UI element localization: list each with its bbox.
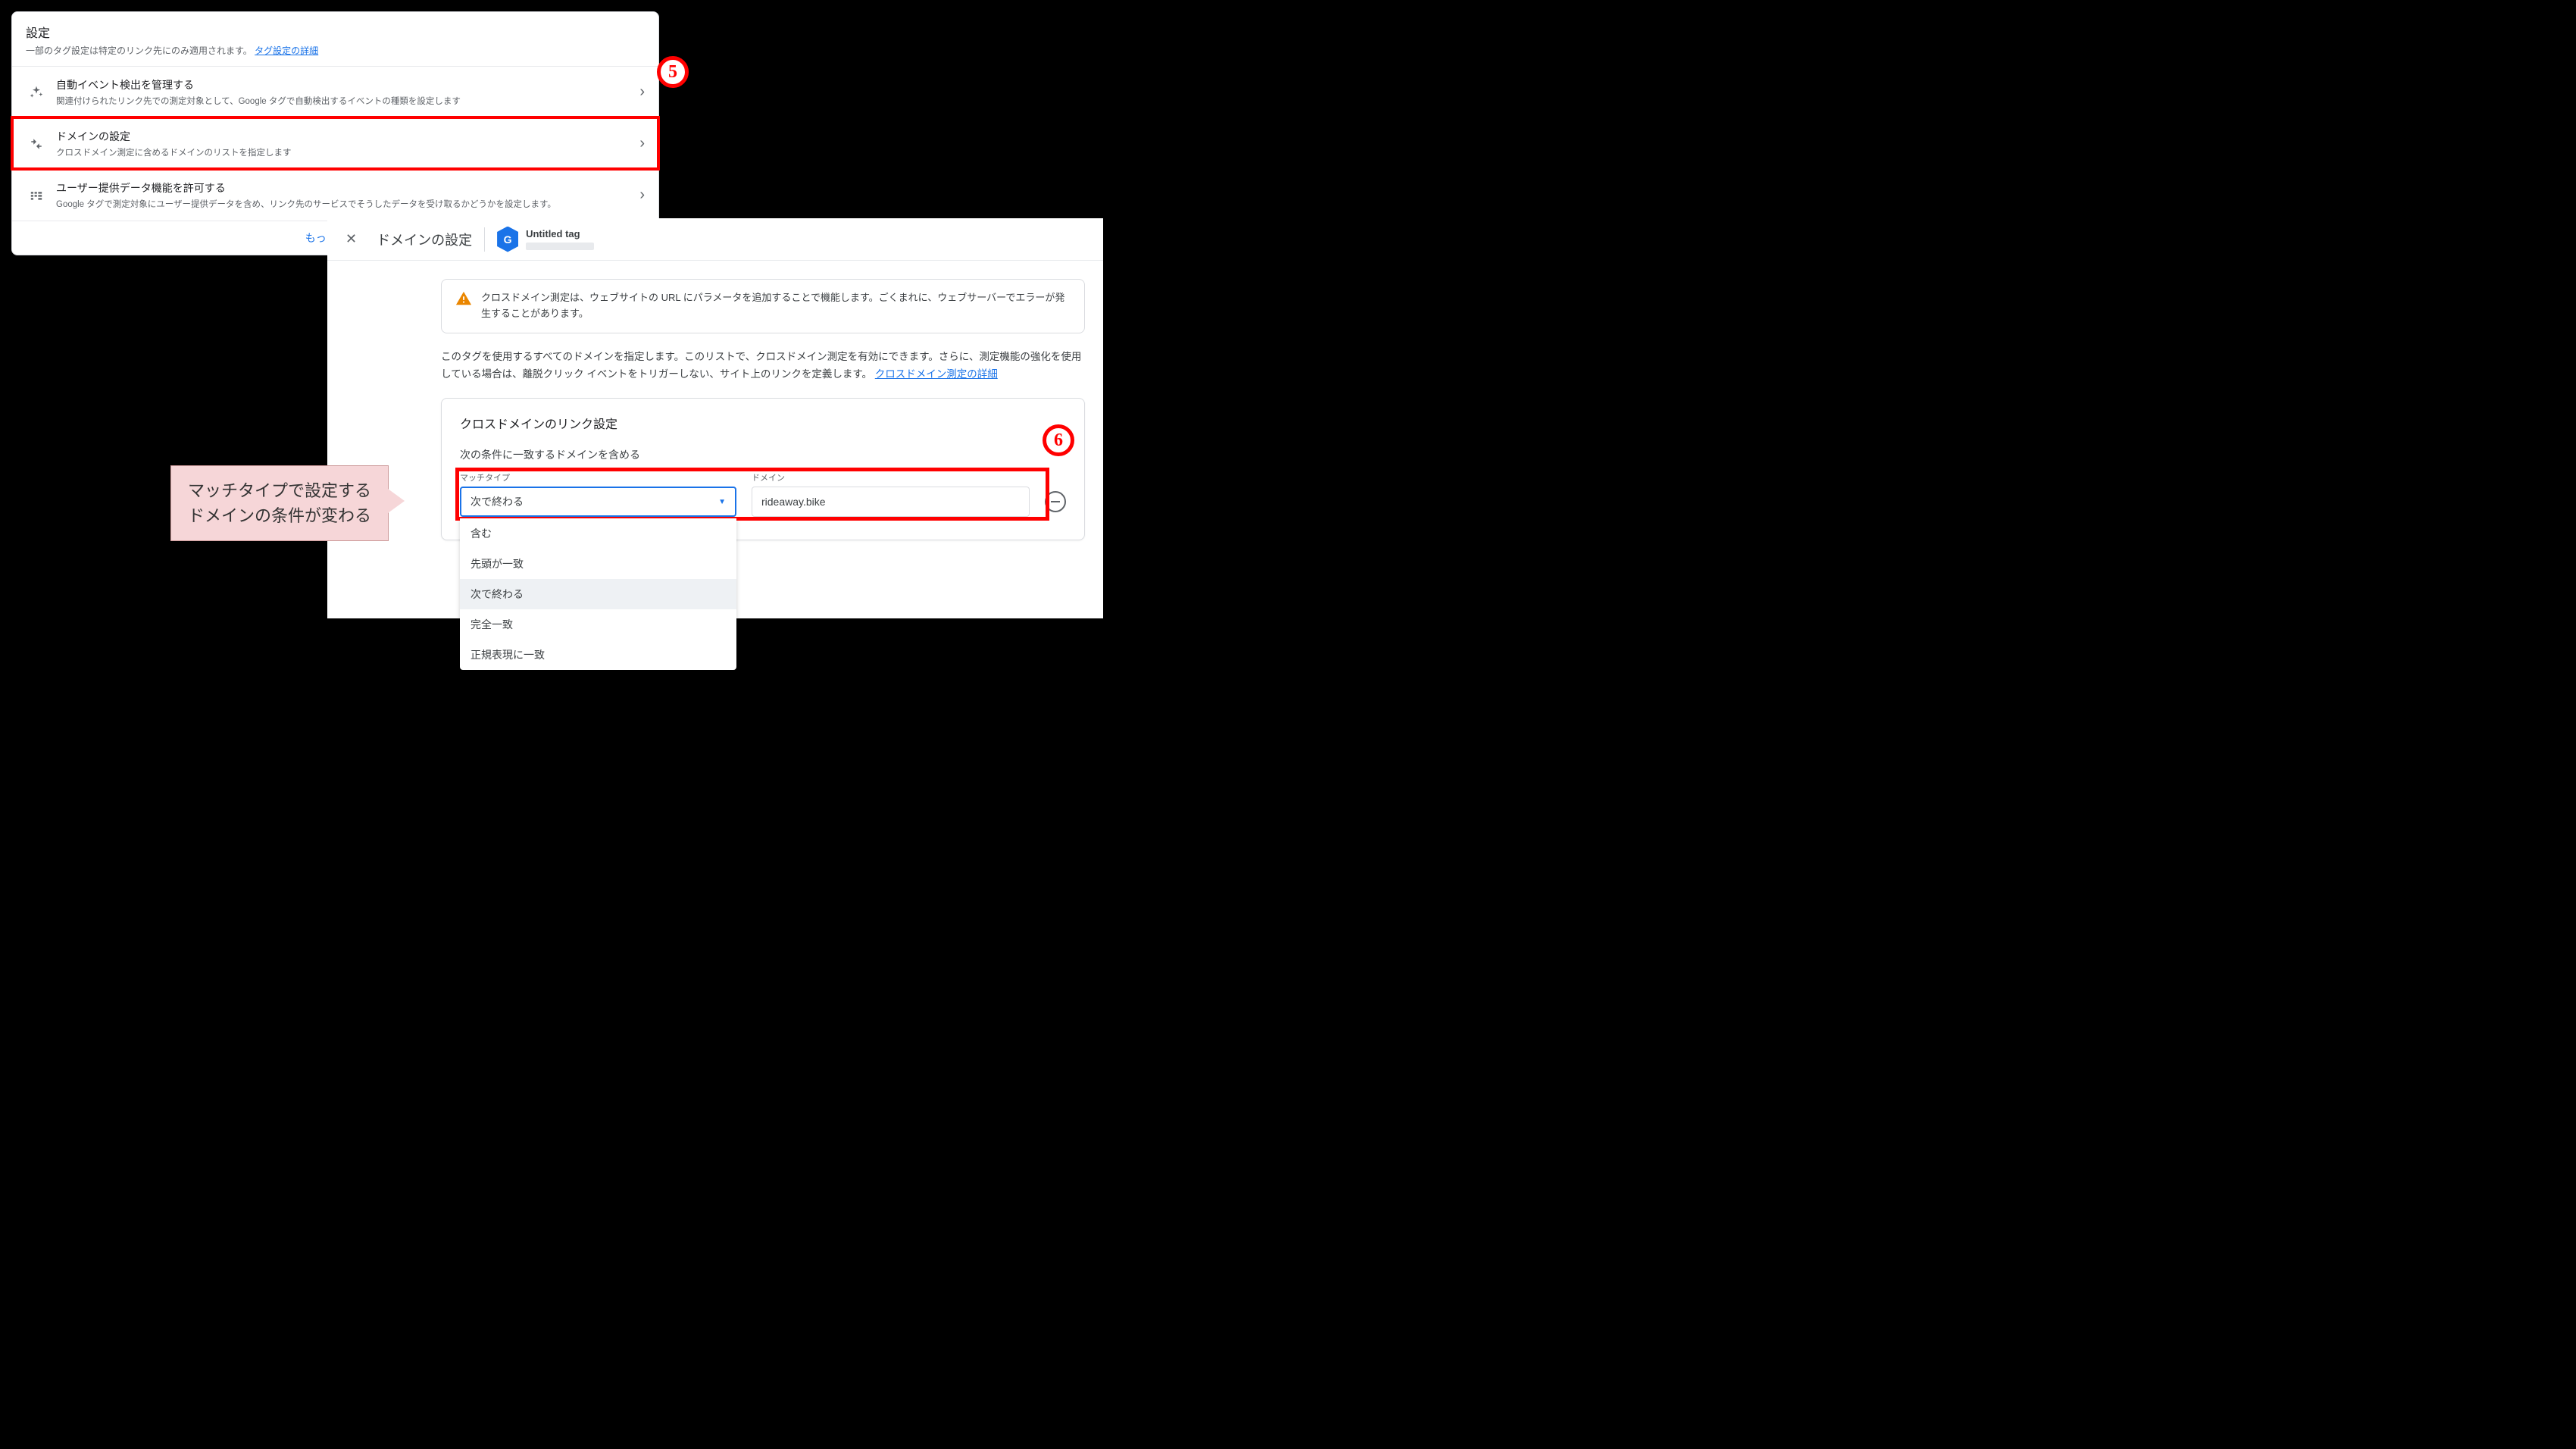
dd-option-begins[interactable]: 先頭が一致 [460, 549, 736, 579]
sparkle-icon [26, 85, 47, 100]
data-icon [26, 189, 47, 202]
domain-settings-sheet: ✕ ドメインの設定 G Untitled tag クロスドメイン測定は、ウェブサ… [327, 218, 1103, 618]
match-type-select[interactable]: 次で終わる ▼ [460, 487, 736, 517]
chevron-right-icon: › [639, 186, 645, 204]
row-user-provided-data[interactable]: ユーザー提供データ機能を許可する Google タグで測定対象にユーザー提供デー… [12, 169, 658, 221]
merge-icon [26, 137, 47, 151]
warning-banner: クロスドメイン測定は、ウェブサイトの URL にパラメータを追加することで機能し… [441, 279, 1085, 333]
annotation-badge-6: 6 [1043, 424, 1074, 456]
close-icon[interactable]: ✕ [339, 225, 363, 253]
warning-icon [455, 290, 472, 322]
dd-option-ends[interactable]: 次で終わる [460, 579, 736, 609]
tag-chip: G Untitled tag [497, 227, 594, 252]
annotation-callout: マッチタイプで設定する ドメインの条件が変わる [170, 465, 389, 541]
row-domain-settings[interactable]: ドメインの設定 クロスドメイン測定に含めるドメインのリストを指定します › [12, 117, 658, 169]
card-title: クロスドメインのリンク設定 [460, 414, 1066, 432]
intro-text: このタグを使用するすべてのドメインを指定します。このリストで、クロスドメイン測定… [441, 349, 1085, 383]
google-tag-icon: G [497, 227, 518, 252]
cross-domain-card: クロスドメインのリンク設定 次の条件に一致するドメインを含める マッチタイプ 次… [441, 398, 1085, 540]
remove-condition-button[interactable] [1045, 491, 1066, 512]
settings-help-link[interactable]: タグ設定の詳細 [255, 45, 318, 56]
annotation-badge-5: 5 [657, 56, 689, 88]
domain-input[interactable]: rideaway.bike [752, 487, 1030, 517]
dd-option-exact[interactable]: 完全一致 [460, 609, 736, 640]
cross-domain-doc-link[interactable]: クロスドメイン測定の詳細 [875, 368, 998, 380]
dd-option-regex[interactable]: 正規表現に一致 [460, 640, 736, 670]
row-auto-event-detection[interactable]: 自動イベント検出を管理する 関連付けられたリンク先での測定対象として、Googl… [12, 66, 658, 117]
domain-label: ドメイン [752, 471, 1030, 484]
match-type-dropdown: 含む 先頭が一致 次で終わる 完全一致 正規表現に一致 [460, 518, 736, 670]
match-type-label: マッチタイプ [460, 471, 736, 484]
sheet-title: ドメインの設定 [377, 230, 472, 249]
card-subtitle: 次の条件に一致するドメインを含める [460, 447, 1066, 462]
dd-option-contains[interactable]: 含む [460, 518, 736, 549]
sheet-header: ✕ ドメインの設定 G Untitled tag [327, 218, 1103, 261]
chevron-right-icon: › [639, 135, 645, 152]
settings-title: 設定 [26, 23, 645, 41]
tag-subtitle-placeholder [526, 243, 594, 250]
settings-subtitle: 一部のタグ設定は特定のリンク先にのみ適用されます。 タグ設定の詳細 [26, 44, 645, 57]
dropdown-triangle-icon: ▼ [718, 498, 726, 506]
chevron-right-icon: › [639, 83, 645, 101]
